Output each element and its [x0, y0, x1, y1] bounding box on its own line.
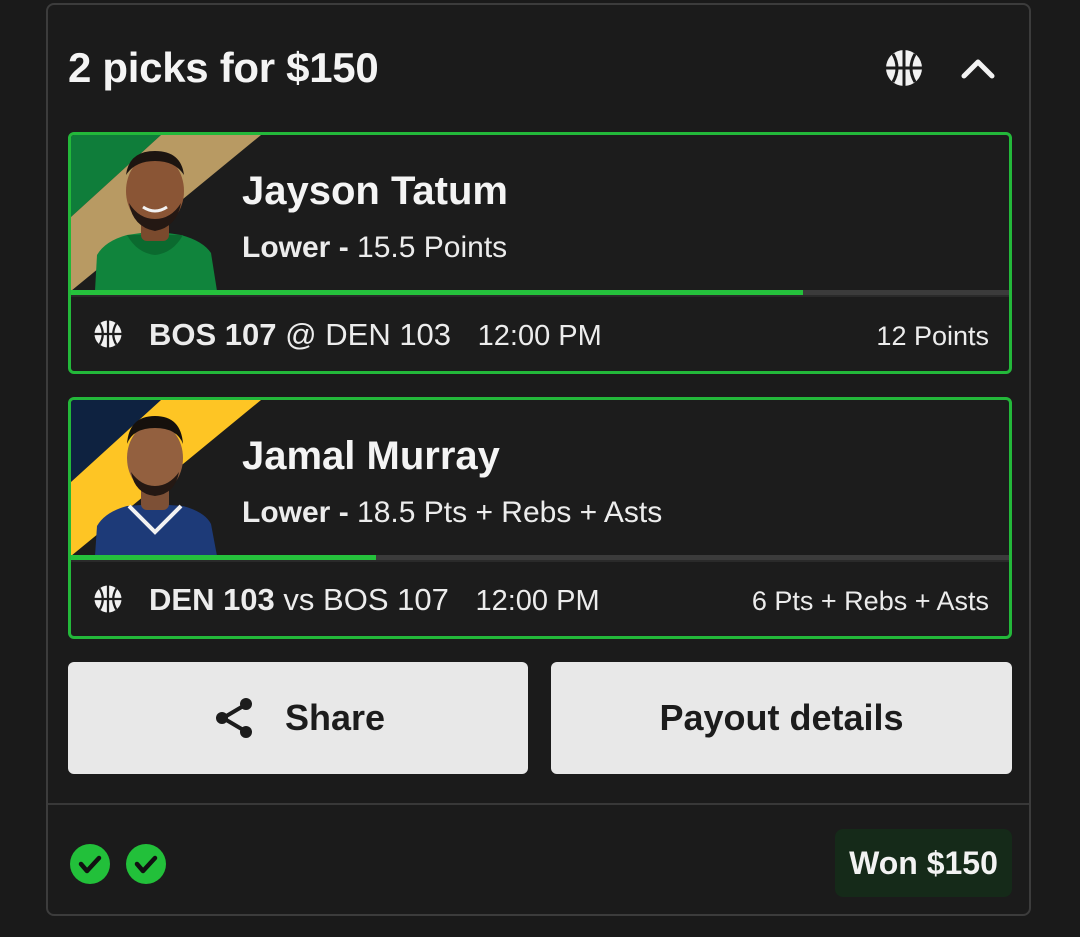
check-circle-icon — [126, 844, 166, 884]
pick-direction: Lower — [242, 496, 331, 529]
matchup-connector: @ — [285, 317, 317, 352]
home-team-score: DEN 103 — [149, 582, 275, 617]
pick-projection: Lower - 18.5 Pts + Rebs + Asts — [242, 496, 662, 530]
check-circle-icon — [70, 844, 110, 884]
game-matchup: DEN 103 vs BOS 107 12:00 PM — [149, 582, 600, 618]
game-matchup: BOS 107 @ DEN 103 12:00 PM — [149, 317, 602, 353]
game-time: 12:00 PM — [477, 320, 602, 352]
share-icon — [215, 698, 252, 738]
divider — [71, 560, 1009, 562]
away-team-score: BOS 107 — [323, 582, 449, 617]
away-team-score: DEN 103 — [325, 317, 452, 352]
home-team-score: BOS 107 — [149, 317, 277, 352]
player-name: Jamal Murray — [242, 434, 500, 478]
payout-details-label: Payout details — [659, 697, 904, 738]
pick-direction: Lower — [242, 231, 331, 264]
divider — [71, 295, 1009, 297]
payout-details-button[interactable]: Payout details — [551, 662, 1012, 774]
pick-stat-line: 18.5 Pts + Rebs + Asts — [357, 496, 663, 529]
actual-result: 6 Pts + Rebs + Asts — [751, 586, 989, 616]
pick-card[interactable]: Jayson Tatum Lower - 15.5 Points BOS 107… — [68, 132, 1012, 374]
pick-separator: - — [338, 231, 349, 264]
won-status-badge: Won $150 — [835, 829, 1012, 897]
pick-stat-line: 15.5 Points — [357, 231, 508, 264]
matchup-connector: vs — [283, 582, 315, 617]
basketball-icon — [886, 50, 922, 86]
entry-title: 2 picks for $150 — [68, 44, 379, 91]
pick-projection: Lower - 15.5 Points — [242, 231, 507, 265]
game-time: 12:00 PM — [475, 585, 600, 617]
share-label: Share — [284, 697, 386, 738]
pick-card[interactable]: Jamal Murray Lower - 18.5 Pts + Rebs + A… — [68, 397, 1012, 639]
pick-separator: - — [338, 496, 349, 529]
basketball-icon — [94, 585, 122, 613]
share-button[interactable]: Share — [68, 662, 528, 774]
basketball-icon — [94, 320, 122, 348]
player-name: Jayson Tatum — [242, 169, 508, 213]
divider — [48, 803, 1029, 805]
chevron-up-icon[interactable] — [958, 50, 998, 86]
actual-result: 12 Points — [876, 321, 989, 351]
